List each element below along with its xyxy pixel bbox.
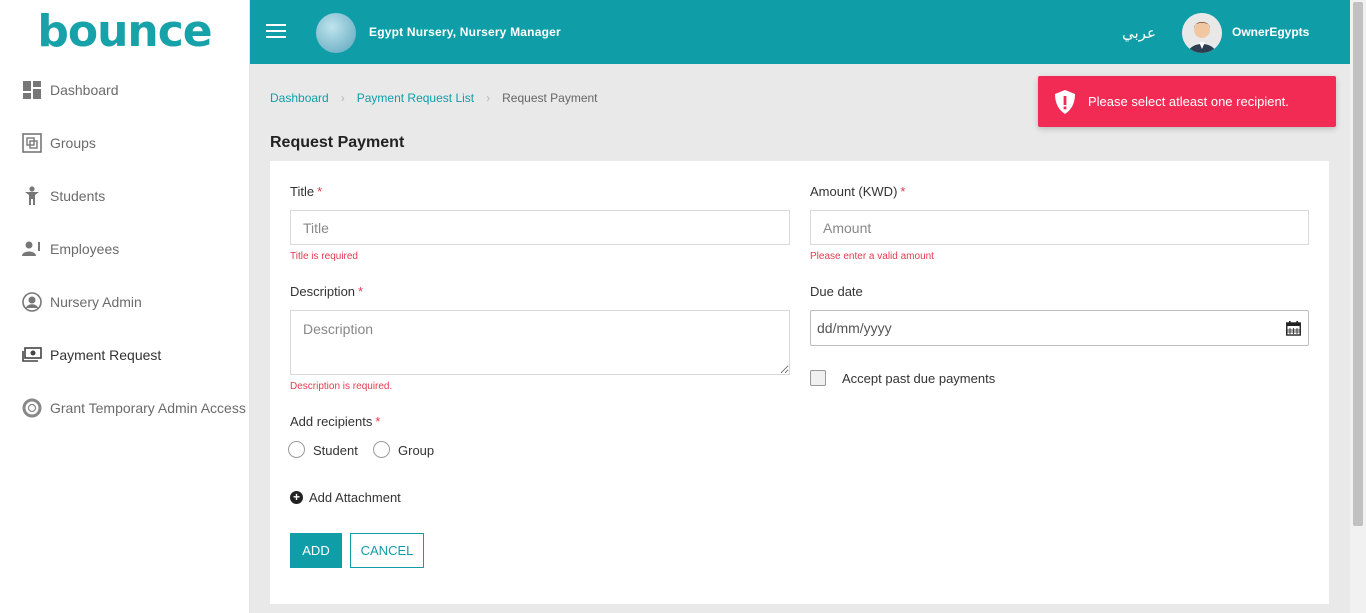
hamburger-menu-icon[interactable] — [266, 24, 286, 40]
description-label: Description * — [290, 284, 364, 299]
user-circle-icon — [22, 292, 42, 312]
cancel-button[interactable]: CANCEL — [350, 533, 424, 568]
add-attachment-button[interactable]: + Add Attachment — [290, 490, 401, 505]
group-radio[interactable] — [373, 441, 390, 458]
title-input[interactable] — [290, 210, 790, 245]
sidebar-item-label: Nursery Admin — [50, 294, 142, 310]
user-name[interactable]: OwnerEgypts — [1232, 25, 1309, 39]
title-error: Title is required — [290, 251, 358, 262]
description-error: Description is required. — [290, 381, 393, 392]
student-icon — [22, 186, 42, 206]
due-date-input[interactable]: dd/mm/yyyy — [810, 310, 1309, 346]
student-radio-label[interactable]: Student — [313, 443, 358, 458]
top-bar: Egypt Nursery, Nursery Manager عربي Owne… — [250, 0, 1350, 64]
accept-past-due-checkbox[interactable] — [810, 370, 826, 386]
page-scrollbar[interactable] — [1350, 0, 1366, 613]
sidebar-item-label: Payment Request — [50, 347, 162, 363]
scrollbar-thumb[interactable] — [1353, 2, 1363, 526]
sidebar-item-dashboard[interactable]: Dashboard — [0, 70, 249, 110]
sidebar-item-groups[interactable]: Groups — [0, 123, 249, 163]
money-icon — [22, 345, 42, 365]
calendar-icon[interactable] — [1286, 321, 1301, 336]
group-radio-label[interactable]: Group — [398, 443, 434, 458]
lifebuoy-icon — [22, 398, 42, 418]
add-attachment-label: Add Attachment — [309, 490, 401, 505]
sidebar-item-employees[interactable]: Employees — [0, 229, 249, 269]
plus-circle-icon: + — [290, 491, 303, 504]
employees-icon — [22, 239, 42, 259]
toast-message: Please select atleast one recipient. — [1088, 94, 1289, 109]
sidebar-item-students[interactable]: Students — [0, 176, 249, 216]
error-toast[interactable]: Please select atleast one recipient. — [1038, 76, 1336, 127]
description-textarea[interactable] — [290, 310, 790, 375]
sidebar-item-label: Students — [50, 188, 106, 204]
breadcrumb-payment-request-list-link[interactable]: Payment Request List — [357, 91, 474, 105]
amount-label: Amount (KWD) * — [810, 184, 906, 199]
due-date-label: Due date — [810, 284, 863, 299]
request-payment-form: Title* Title is required Amount (KWD)* P… — [270, 161, 1329, 604]
shield-alert-icon — [1054, 89, 1076, 114]
sidebar-item-label: Employees — [50, 241, 120, 257]
sidebar-item-payment-request[interactable]: Payment Request — [0, 335, 249, 375]
nursery-name: Egypt Nursery, Nursery Manager — [369, 25, 561, 39]
breadcrumb: Dashboard › Payment Request List › Reque… — [270, 91, 598, 105]
nursery-avatar — [316, 13, 356, 53]
page-title: Request Payment — [270, 134, 405, 151]
sidebar-item-label: Grant Temporary Admin Access — [50, 400, 246, 416]
add-recipients-label: Add recipients * — [290, 414, 381, 429]
add-button[interactable]: ADD — [290, 533, 342, 568]
sidebar-item-label: Groups — [50, 135, 96, 151]
groups-icon — [22, 133, 42, 153]
title-label: Title * — [290, 184, 323, 199]
student-radio[interactable] — [288, 441, 305, 458]
chevron-right-icon: › — [486, 91, 491, 105]
sidebar-item-grant-temporary-admin-access[interactable]: Grant Temporary Admin Access — [0, 388, 249, 428]
amount-error: Please enter a valid amount — [810, 251, 934, 262]
breadcrumb-dashboard-link[interactable]: Dashboard — [270, 91, 329, 105]
bounce-logo[interactable]: bounce — [0, 0, 249, 64]
breadcrumb-current: Request Payment — [502, 91, 598, 105]
language-switch[interactable]: عربي — [1122, 24, 1156, 42]
amount-input[interactable] — [810, 210, 1309, 245]
dashboard-icon — [22, 80, 42, 100]
due-date-placeholder: dd/mm/yyyy — [817, 320, 892, 336]
accept-past-due-label[interactable]: Accept past due payments — [842, 371, 995, 386]
sidebar-item-label: Dashboard — [50, 82, 119, 98]
sidebar: bounce Dashboard Groups Students Employe… — [0, 0, 250, 613]
sidebar-item-nursery-admin[interactable]: Nursery Admin — [0, 282, 249, 322]
user-avatar[interactable] — [1182, 13, 1222, 53]
chevron-right-icon: › — [340, 91, 345, 105]
